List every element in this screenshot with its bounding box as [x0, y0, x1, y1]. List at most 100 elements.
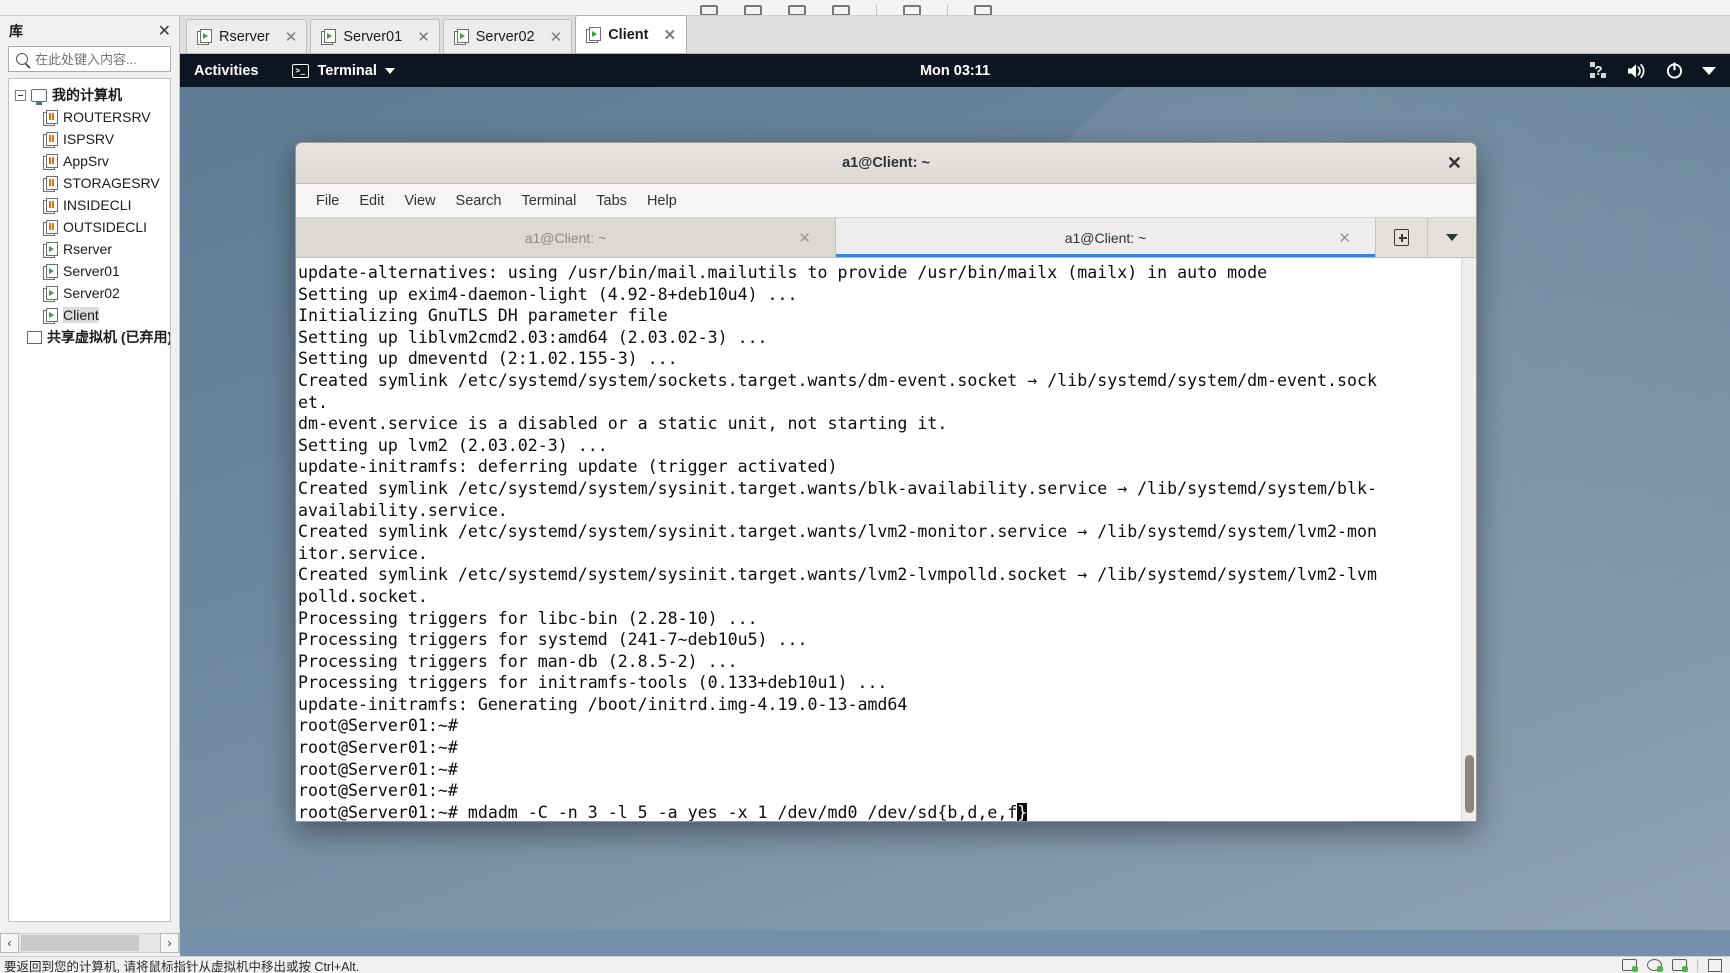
menu-help[interactable]: Help	[637, 190, 687, 212]
terminal-prompt: root@Server01:~#	[298, 802, 468, 821]
scroll-right-icon[interactable]: ›	[160, 933, 179, 953]
menu-edit[interactable]: Edit	[349, 190, 394, 212]
terminal-output[interactable]: update-alternatives: using /usr/bin/mail…	[296, 258, 1461, 821]
close-icon[interactable]: ✕	[285, 28, 298, 46]
menu-terminal[interactable]: Terminal	[512, 190, 587, 212]
network-adapter-icon[interactable]	[1672, 959, 1688, 972]
close-icon[interactable]: ✕	[663, 26, 676, 44]
clock[interactable]: Mon 03:11	[180, 63, 1730, 79]
revert-icon[interactable]	[744, 5, 762, 15]
shared-vm-icon	[27, 330, 42, 344]
hscroll-track[interactable]	[19, 933, 160, 953]
activities-button[interactable]: Activities	[194, 63, 258, 79]
menu-search[interactable]: Search	[446, 190, 512, 212]
terminal-command-text: mdadm -C -n 3 -l 5 -a yes -x 1 /dev/md0 …	[467, 802, 1018, 821]
unity-icon[interactable]	[974, 5, 992, 15]
new-tab-icon	[1394, 229, 1409, 246]
terminal-line: Initializing GnuTLS DH parameter file	[298, 306, 668, 326]
vm-running-icon	[43, 241, 58, 258]
terminal-line: update-initramfs: deferring update (trig…	[298, 457, 838, 477]
tree-item-appsrv[interactable]: AppSrv	[9, 150, 170, 172]
tree-item-label: Server02	[63, 285, 120, 301]
screen: 库 ✕ 我的计算机 ROUTERSRV ISPSRV AppSrv STORAGESR…	[0, 0, 1730, 973]
scroll-left-icon[interactable]: ‹	[0, 933, 19, 953]
tree-item-ispsrv[interactable]: ISPSRV	[9, 128, 170, 150]
power-icon[interactable]	[1665, 61, 1684, 80]
vm-tab-rserver[interactable]: Rserver ✕	[186, 19, 308, 53]
toolbar-icon-group	[0, 0, 1730, 15]
terminal-line: Created symlink /etc/systemd/system/sysi…	[298, 565, 1377, 585]
close-icon[interactable]: ✕	[550, 28, 563, 46]
scrollbar-thumb[interactable]	[1465, 755, 1474, 813]
toolbar-divider	[947, 4, 948, 15]
vm-tab-client[interactable]: Client ✕	[575, 15, 688, 53]
vm-tab-label: Rserver	[219, 28, 270, 45]
tree-item-shared-vms[interactable]: 共享虚拟机 (已弃用)	[9, 326, 170, 348]
close-icon[interactable]: ✕	[1447, 154, 1462, 172]
tree-item-label: Client	[63, 307, 99, 323]
tree-item-outsidecli[interactable]: OUTSIDECLI	[9, 216, 170, 238]
fullscreen-icon[interactable]	[903, 5, 921, 15]
menu-file[interactable]: File	[306, 190, 349, 212]
tree-item-label: ISPSRV	[63, 131, 115, 147]
library-search[interactable]	[8, 46, 228, 72]
library-hscrollbar[interactable]: ‹ ›	[0, 932, 180, 954]
terminal-body[interactable]: update-alternatives: using /usr/bin/mail…	[296, 258, 1476, 821]
collapse-icon[interactable]	[15, 89, 26, 101]
tree-item-storagesrv[interactable]: STORAGESRV	[9, 172, 170, 194]
volume-icon[interactable]	[1626, 62, 1647, 80]
tree-item-my-computer[interactable]: 我的计算机	[9, 84, 170, 106]
hscroll-thumb[interactable]	[21, 935, 139, 951]
search-icon	[16, 53, 28, 65]
vm-bottom-row: ‹ ›	[0, 930, 1730, 956]
tree-item-insidecli[interactable]: INSIDECLI	[9, 194, 170, 216]
svg-text:?: ?	[1595, 63, 1603, 78]
terminal-titlebar[interactable]: a1@Client: ~ ✕	[296, 143, 1476, 184]
terminal-tab-0[interactable]: a1@Client: ~ ✕	[296, 218, 836, 257]
screen-capture-icon[interactable]	[832, 5, 850, 15]
close-icon[interactable]: ✕	[798, 229, 811, 247]
close-icon[interactable]: ✕	[158, 21, 171, 41]
app-menu-button[interactable]: >_ Terminal	[292, 62, 395, 79]
display-icon[interactable]	[1708, 958, 1722, 972]
terminal-line: Created symlink /etc/systemd/system/sysi…	[298, 522, 1377, 542]
vm-tab-bar[interactable]: Rserver ✕ Server01 ✕ Server02 ✕ Client ✕	[180, 15, 1730, 54]
app-menu-label: Terminal	[317, 62, 377, 79]
cd-drive-icon[interactable]	[1647, 959, 1663, 972]
terminal-menubar[interactable]: File Edit View Search Terminal Tabs Help	[296, 184, 1476, 218]
tree-item-server01[interactable]: Server01	[9, 260, 170, 282]
hard-disk-icon[interactable]	[1622, 959, 1638, 972]
terminal-line: Setting up exim4-daemon-light (4.92-8+de…	[298, 284, 798, 304]
vmware-toolbar[interactable]	[0, 0, 1730, 16]
status-message: 要返回到您的计算机, 请将鼠标指针从虚拟机中移出或按 Ctrl+Alt.	[4, 959, 360, 973]
menu-tabs[interactable]: Tabs	[586, 190, 637, 212]
vm-suspended-icon	[43, 131, 58, 148]
library-tree[interactable]: 我的计算机 ROUTERSRV ISPSRV AppSrv STORAGESRV INS…	[8, 78, 171, 922]
menu-view[interactable]: View	[394, 190, 445, 212]
tree-item-rserver[interactable]: Rserver	[9, 238, 170, 260]
terminal-command-line[interactable]: root@Server01:~# mdadm -C -n 3 -l 5 -a y…	[298, 802, 1461, 821]
vm-tab-server01[interactable]: Server01 ✕	[310, 19, 440, 53]
tab-list-button[interactable]	[1428, 218, 1476, 257]
tree-item-label: AppSrv	[63, 153, 109, 169]
chevron-down-icon[interactable]	[1702, 66, 1716, 76]
terminal-tab-bar[interactable]: a1@Client: ~ ✕ a1@Client: ~ ✕	[296, 218, 1476, 258]
tree-item-client[interactable]: Client	[9, 304, 170, 326]
new-tab-button[interactable]	[1376, 218, 1428, 257]
terminal-line: root@Server01:~#	[298, 738, 458, 758]
snapshot-icon[interactable]	[700, 5, 718, 15]
snapshot-manager-icon[interactable]	[788, 5, 806, 15]
close-icon[interactable]: ✕	[417, 28, 430, 46]
accessibility-icon[interactable]: ?	[1589, 61, 1608, 80]
close-icon[interactable]: ✕	[1338, 229, 1351, 247]
terminal-line: Setting up lvm2 (2.03.02-3) ...	[298, 435, 608, 455]
terminal-line: dm-event.service is a disabled or a stat…	[298, 414, 948, 434]
vm-tab-server02[interactable]: Server02 ✕	[442, 19, 573, 53]
tree-item-label: OUTSIDECLI	[63, 219, 148, 235]
tree-item-server02[interactable]: Server02	[9, 282, 170, 304]
terminal-icon: >_	[292, 63, 310, 78]
tree-item-routersrv[interactable]: ROUTERSRV	[9, 106, 170, 128]
terminal-scrollbar[interactable]	[1461, 258, 1476, 821]
tree-item-label: Server01	[63, 263, 120, 279]
terminal-tab-1[interactable]: a1@Client: ~ ✕	[836, 218, 1376, 257]
